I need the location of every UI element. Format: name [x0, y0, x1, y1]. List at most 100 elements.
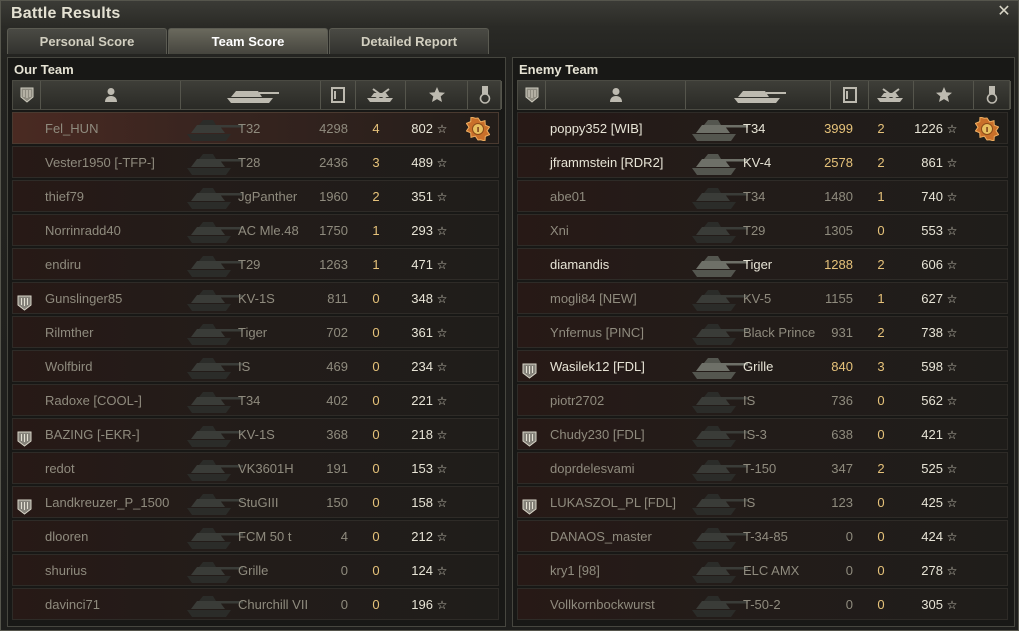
experience-icon [935, 87, 952, 103]
damage-value: 702 [326, 325, 348, 340]
mastery-badge-icon [522, 495, 537, 515]
player-name: BAZING [-EKR-] [45, 427, 140, 442]
kills-value: 3 [877, 359, 885, 374]
header-damage-cell[interactable] [321, 81, 356, 109]
experience-value: 525 [921, 461, 943, 476]
header-badge-cell[interactable] [518, 81, 546, 109]
tank-name: Tiger [238, 325, 268, 340]
tank-name: AC Mle.48 [238, 223, 299, 238]
damage-value: 1480 [824, 189, 853, 204]
tank-icon [688, 286, 748, 312]
tank-name: T-150 [743, 461, 777, 476]
tank-name: T-34-85 [743, 529, 788, 544]
our-team-row[interactable]: Norrinradd40 AC Mle.48 1750 1 293 ☆ [12, 214, 499, 246]
tab-personal-score[interactable]: Personal Score [7, 28, 167, 54]
player-name: Wasilek12 [FDL] [550, 359, 645, 374]
kills-value: 1 [877, 189, 885, 204]
experience-value: 348 [411, 291, 433, 306]
header-experience-cell[interactable] [914, 81, 974, 109]
enemy-team-row[interactable]: Vollkornbockwurst T-50-2 0 0 305 ☆ [517, 588, 1008, 620]
kills-value: 0 [372, 291, 380, 306]
header-tank-cell[interactable] [181, 81, 321, 109]
our-team-row[interactable]: endiru T29 1263 1 471 ☆ [12, 248, 499, 280]
damage-value: 931 [831, 325, 853, 340]
enemy-team-row[interactable]: kry1 [98] ELC AMX 0 0 278 ☆ [517, 554, 1008, 586]
tank-icon [688, 592, 748, 618]
kills-value: 3 [372, 155, 380, 170]
experience-star-icon: ☆ [946, 122, 958, 136]
enemy-team-row[interactable]: mogli84 [NEW] KV-5 1155 1 627 ☆ [517, 282, 1008, 314]
damage-icon [842, 87, 857, 103]
damage-value: 1288 [824, 257, 853, 272]
tank-name: KV-4 [743, 155, 772, 170]
top-gun-medal-icon[interactable]: I [465, 116, 491, 142]
header-tank-cell[interactable] [686, 81, 831, 109]
our-team-row[interactable]: Gunslinger85 KV-1S 811 0 348 ☆ [12, 282, 499, 314]
experience-value: 361 [411, 325, 433, 340]
experience-value: 124 [411, 563, 433, 578]
damage-value: 150 [326, 495, 348, 510]
player-name: doprdelesvami [550, 461, 635, 476]
mastery-badge-icon [17, 291, 32, 311]
our-team-row[interactable]: Wolfbird IS 469 0 234 ☆ [12, 350, 499, 382]
experience-star-icon: ☆ [946, 530, 958, 544]
enemy-team-row[interactable]: Wasilek12 [FDL] Grille 840 3 598 ☆ [517, 350, 1008, 382]
our-team-row[interactable]: davinci71 Churchill VII 0 0 196 ☆ [12, 588, 499, 620]
kills-value: 0 [372, 325, 380, 340]
header-kills-cell[interactable] [869, 81, 914, 109]
header-damage-cell[interactable] [831, 81, 869, 109]
experience-star-icon: ☆ [436, 258, 448, 272]
enemy-team-row[interactable]: diamandis Tiger 1288 2 606 ☆ [517, 248, 1008, 280]
tab-team-score[interactable]: Team Score [168, 28, 328, 54]
experience-value: 598 [921, 359, 943, 374]
experience-star-icon: ☆ [436, 496, 448, 510]
enemy-team-row[interactable]: Chudy230 [FDL] IS-3 638 0 421 ☆ [517, 418, 1008, 450]
our-team-row[interactable]: Vester1950 [-TFP-] T28 2436 3 489 ☆ [12, 146, 499, 178]
our-team-row[interactable]: dlooren FCM 50 t 4 0 212 ☆ [12, 520, 499, 552]
header-player-cell[interactable] [546, 81, 686, 109]
enemy-team-row[interactable]: abe01 T34 1480 1 740 ☆ [517, 180, 1008, 212]
header-badge-cell[interactable] [13, 81, 41, 109]
experience-star-icon: ☆ [436, 190, 448, 204]
experience-star-icon: ☆ [946, 394, 958, 408]
enemy-team-row[interactable]: doprdelesvami T-150 347 2 525 ☆ [517, 452, 1008, 484]
experience-value: 218 [411, 427, 433, 442]
header-medal-cell[interactable] [974, 81, 1011, 109]
experience-star-icon: ☆ [436, 156, 448, 170]
tank-icon [183, 150, 243, 176]
enemy-team-row[interactable]: LUKASZOL_PL [FDL] IS 123 0 425 ☆ [517, 486, 1008, 518]
our-team-row[interactable]: redot VK3601H 191 0 153 ☆ [12, 452, 499, 484]
header-experience-cell[interactable] [406, 81, 468, 109]
top-gun-medal-icon[interactable]: I [974, 116, 1000, 142]
our-team-row[interactable]: thief79 JgPanther 1960 2 351 ☆ [12, 180, 499, 212]
kills-value: 0 [372, 529, 380, 544]
player-name: Xni [550, 223, 569, 238]
header-player-cell[interactable] [41, 81, 181, 109]
enemy-team-row[interactable]: Ynfernus [PINC] Black Prince 931 2 738 ☆ [517, 316, 1008, 348]
our-team-row[interactable]: Radoxe [COOL-] T34 402 0 221 ☆ [12, 384, 499, 416]
our-team-row[interactable]: BAZING [-EKR-] KV-1S 368 0 218 ☆ [12, 418, 499, 450]
our-team-row[interactable]: Rilmther Tiger 702 0 361 ☆ [12, 316, 499, 348]
header-kills-cell[interactable] [356, 81, 406, 109]
header-medal-cell[interactable] [468, 81, 502, 109]
our-team-row[interactable]: Fel_HUN T32 4298 4 802 ☆ I [12, 112, 499, 144]
enemy-team-row[interactable]: piotr2702 IS 736 0 562 ☆ [517, 384, 1008, 416]
experience-icon [428, 87, 445, 103]
window-title: Battle Results [11, 5, 121, 22]
player-name: dlooren [45, 529, 89, 544]
enemy-team-row[interactable]: poppy352 [WIB] T34 3999 2 1226 ☆ I [517, 112, 1008, 144]
experience-star-icon: ☆ [946, 360, 958, 374]
close-icon[interactable]: ✕ [996, 4, 1012, 20]
experience-star-icon: ☆ [436, 530, 448, 544]
our-team-row[interactable]: Landkreuzer_P_1500 StuGIII 150 0 158 ☆ [12, 486, 499, 518]
enemy-team-row[interactable]: DANAOS_master T-34-85 0 0 424 ☆ [517, 520, 1008, 552]
mastery-badge-icon [17, 427, 32, 447]
enemy-team-row[interactable]: jframmstein [RDR2] KV-4 2578 2 861 ☆ [517, 146, 1008, 178]
tank-icon [688, 252, 748, 278]
tab-detailed-report[interactable]: Detailed Report [329, 28, 489, 54]
enemy-team-row[interactable]: Xni T29 1305 0 553 ☆ [517, 214, 1008, 246]
tank-name: FCM 50 t [238, 529, 292, 544]
our-team-row[interactable]: shurius Grille 0 0 124 ☆ [12, 554, 499, 586]
player-icon [104, 87, 118, 103]
experience-star-icon: ☆ [946, 258, 958, 272]
